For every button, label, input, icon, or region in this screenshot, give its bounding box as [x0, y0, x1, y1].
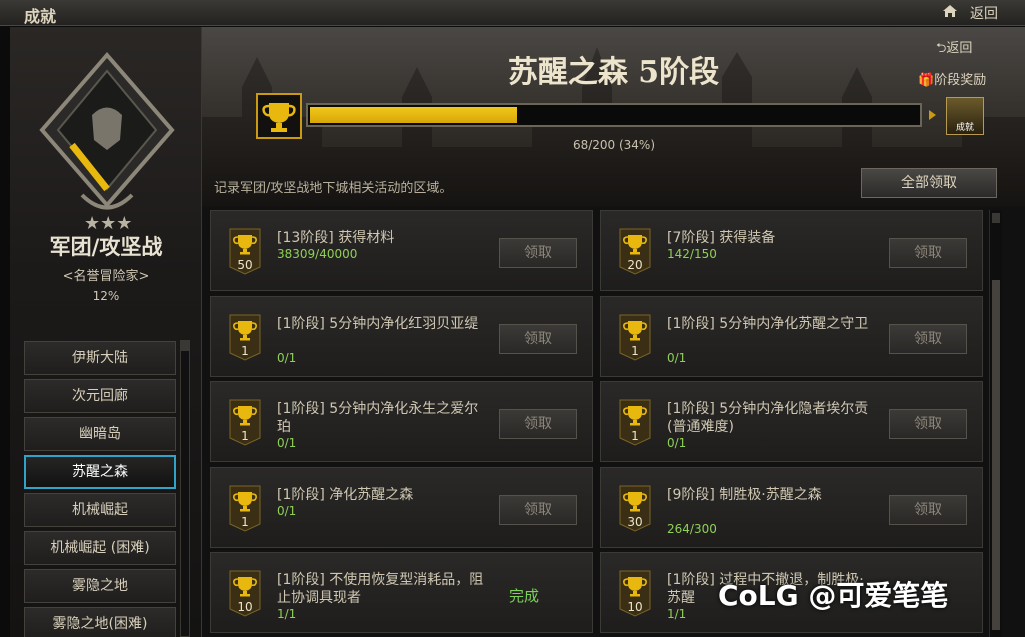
achievement-count: 0/1: [667, 436, 687, 450]
sidebar-item-dimension-corridor[interactable]: 次元回廊: [24, 379, 176, 413]
claim-button[interactable]: 领取: [499, 323, 577, 354]
achievement-points: 1: [241, 514, 249, 529]
back-button[interactable]: ⮌返回: [936, 37, 972, 61]
sidebar-item-dark-island[interactable]: 幽暗岛: [24, 417, 176, 451]
achievement-count: 0/1: [277, 436, 297, 450]
trophy-badge-icon: 20: [618, 227, 652, 275]
sidebar-item-mist-land[interactable]: 雾隐之地: [24, 569, 176, 603]
claim-button[interactable]: 领取: [499, 238, 577, 268]
trophy-badge-icon: 1: [228, 484, 262, 532]
scroll-up-icon[interactable]: [992, 213, 1000, 223]
achievement-card: 20 [7阶段] 获得装备 142/150 领取: [600, 210, 983, 291]
trophy-badge-icon: 1: [618, 313, 652, 361]
category-subtitle: <名誉冒险家>: [62, 269, 150, 284]
trophy-badge-icon: 1: [228, 398, 262, 446]
achievement-count: 142/150: [667, 247, 717, 261]
sidebar-item-machine-rise[interactable]: 机械崛起: [24, 493, 176, 527]
achievement-card: 10 [1阶段] 不使用恢复型消耗品，阻止协调具现者 1/1 完成: [210, 552, 593, 633]
achievement-points: 50: [237, 258, 253, 272]
achievement-grid: 50 [13阶段] 获得材料 38309/40000 领取 20 [7阶段] 获得装备 14…: [210, 210, 990, 637]
sidebar-item-awakening-forest[interactable]: 苏醒之森: [24, 455, 176, 489]
achievement-title: [1阶段] 不使用恢复型消耗品，阻止协调具现者: [277, 572, 484, 606]
trophy-badge-icon: 50: [228, 227, 262, 275]
achievement-points: 1: [241, 429, 249, 443]
stage-progress-text: 68/200 (34%): [572, 138, 656, 152]
achievement-points: 1: [631, 429, 639, 443]
achievement-card: 30 [9阶段] 制胜极·苏醒之森 264/300 领取: [600, 466, 983, 548]
back-button-label: 返回: [946, 41, 973, 56]
watermark: CoLG @可爱笔笔: [718, 579, 949, 612]
category-title: 军团/攻坚战: [49, 234, 163, 259]
scroll-up-icon[interactable]: [181, 341, 189, 351]
category-list: 伊斯大陆 次元回廊 幽暗岛 苏醒之森 机械崛起 机械崛起 (困难) 雾隐之地 雾…: [24, 337, 190, 637]
achievement-card: 1 [1阶段] 5分钟内净化红羽贝亚缇 0/1 领取: [210, 295, 593, 377]
achievement-points: 20: [627, 258, 643, 272]
stage-reward-box[interactable]: 成就: [946, 97, 984, 135]
achievement-title: [1阶段] 5分钟内净化永生之爱尔珀: [277, 401, 479, 435]
home-icon[interactable]: [942, 3, 958, 19]
stage-reward-label: 阶段奖励: [934, 73, 987, 88]
achievement-card: 1 [1阶段] 5分钟内净化隐者埃尔贡 (普通难度) 0/1 领取: [600, 381, 983, 462]
achievement-count: 0/1: [277, 503, 297, 518]
achievement-points: 1: [631, 343, 639, 358]
window-back-button[interactable]: 返回: [970, 3, 998, 23]
sidebar-item-machine-rise-hard[interactable]: 机械崛起 (困难): [24, 531, 176, 565]
achievement-count: 0/1: [667, 350, 687, 365]
achievement-count: 0/1: [277, 350, 297, 365]
achievement-count: 1/1: [667, 607, 687, 621]
category-description: 记录军团/攻坚战地下城相关活动的区域。: [214, 181, 453, 196]
achievement-points: 10: [627, 600, 643, 614]
achievement-card: 1 [1阶段] 5分钟内净化苏醒之守卫 0/1 领取: [600, 295, 983, 377]
stage-trophy-icon: [256, 93, 302, 139]
claim-button[interactable]: 领取: [889, 238, 967, 268]
claim-all-button[interactable]: 全部领取: [861, 168, 997, 198]
achievement-title: [1阶段] 5分钟内净化隐者埃尔贡 (普通难度): [667, 401, 869, 435]
achievement-card: 1 [1阶段] 5分钟内净化永生之爱尔珀 0/1 领取: [210, 381, 593, 462]
claim-button[interactable]: 领取: [889, 409, 967, 439]
sidebar-item-isi-continent[interactable]: 伊斯大陆: [24, 341, 176, 375]
completed-label: 完成: [509, 587, 540, 605]
category-percent: 12%: [92, 289, 120, 303]
progress-arrow-icon: [929, 110, 936, 120]
achievement-title: [7阶段] 获得装备: [667, 230, 776, 246]
scrollbar-thumb[interactable]: [992, 280, 1000, 630]
stage-progress-bar: [306, 103, 922, 127]
trophy-badge-icon: 10: [228, 569, 262, 617]
achievement-count: 1/1: [277, 607, 297, 621]
stage-banner: 苏醒之森 5阶段 ⮌返回 🎁阶段奖励 68/200 (34%) 成就 记录军团/…: [202, 27, 1025, 207]
window-title-bar: 成就 返回: [0, 0, 1025, 26]
category-scrollbar[interactable]: [180, 340, 190, 637]
achievement-count: 264/300: [667, 521, 717, 536]
achievement-title: [1阶段] 5分钟内净化红羽贝亚缇: [277, 315, 479, 332]
window-title: 成就: [24, 7, 57, 26]
claim-button[interactable]: 领取: [889, 323, 967, 354]
trophy-badge-icon: 1: [228, 313, 262, 361]
achievement-count: 38309/40000: [277, 247, 358, 261]
claim-button[interactable]: 领取: [499, 409, 577, 439]
achievement-scrollbar[interactable]: [989, 210, 1002, 637]
achievement-title: [1阶段] 5分钟内净化苏醒之守卫: [667, 315, 869, 332]
achievement-card: 1 [1阶段] 净化苏醒之森 0/1 领取: [210, 466, 593, 548]
claim-button[interactable]: 领取: [499, 494, 577, 525]
stage-reward-button[interactable]: 🎁阶段奖励: [918, 69, 986, 88]
category-sidebar: ★★★ 军团/攻坚战 <名誉冒险家> 12% 伊斯大陆 次元回廊 幽暗岛 苏醒之…: [10, 27, 202, 637]
trophy-badge-icon: 1: [618, 398, 652, 446]
stage-progress-fill: [310, 107, 517, 123]
achievement-title: [13阶段] 获得材料: [277, 230, 395, 246]
achievement-points: 10: [237, 600, 253, 614]
stage-reward-box-label: 成就: [955, 123, 974, 133]
trophy-badge-icon: 30: [618, 484, 652, 532]
sidebar-item-mist-land-hard[interactable]: 雾隐之地(困难): [24, 607, 176, 637]
stage-title: 苏醒之森 5阶段: [507, 55, 720, 90]
trophy-badge-icon: 10: [618, 569, 652, 617]
claim-button[interactable]: 领取: [889, 494, 967, 525]
achievement-title: [9阶段] 制胜极·苏醒之森: [667, 486, 822, 503]
achievement-points: 1: [241, 343, 249, 358]
achievement-card: 50 [13阶段] 获得材料 38309/40000 领取: [210, 210, 593, 291]
achievement-points: 30: [627, 514, 643, 529]
category-emblem-icon: ★★★: [39, 51, 175, 234]
achievement-title: [1阶段] 净化苏醒之森: [277, 486, 414, 503]
